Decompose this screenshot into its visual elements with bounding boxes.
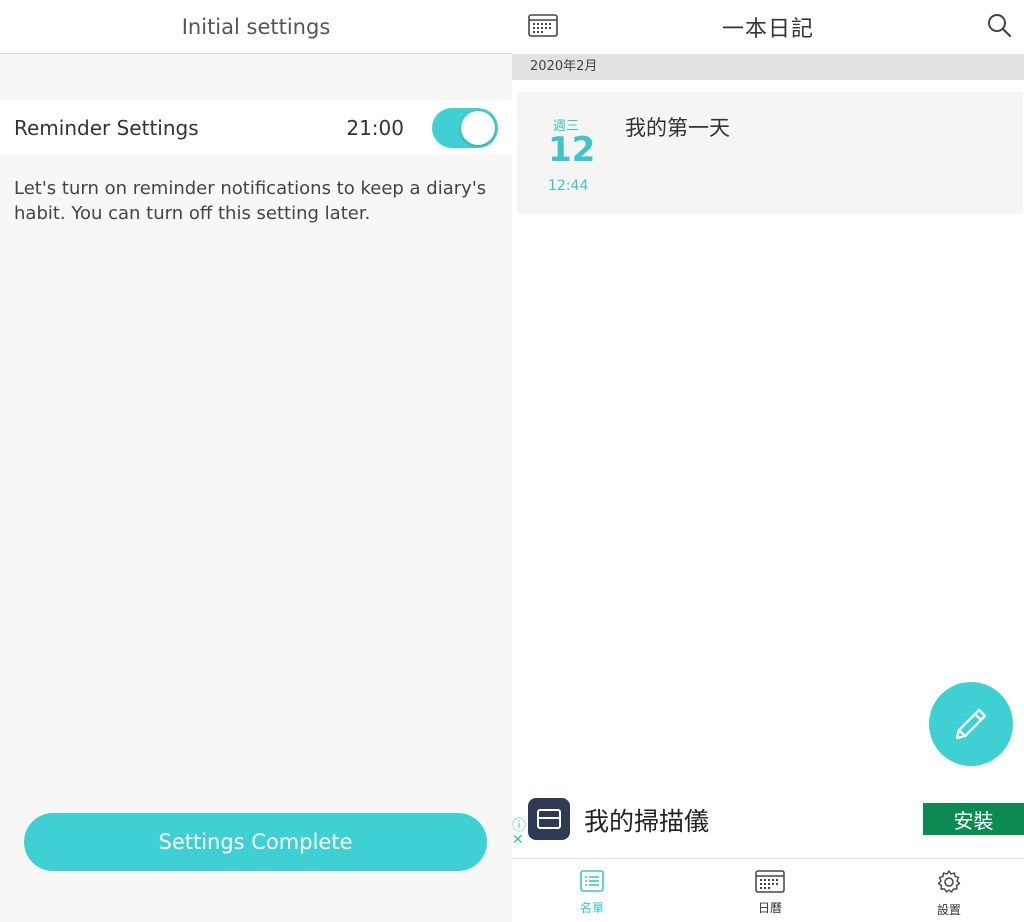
install-button[interactable]: 安裝 xyxy=(923,803,1024,835)
entry-title: 我的第一天 xyxy=(625,116,730,140)
list-icon xyxy=(580,870,604,892)
diary-header: 一本日記 xyxy=(512,0,1024,54)
tab-settings-label: 設置 xyxy=(936,903,961,917)
pencil-icon xyxy=(955,708,987,740)
ad-info-close-icon[interactable]: ⓘ ✕ xyxy=(512,819,526,847)
calendar-icon xyxy=(755,870,785,893)
settings-header: Initial settings xyxy=(0,0,512,54)
month-section-header: 2020年2月 xyxy=(512,54,1024,80)
diary-panel: 一本日記 2020年2月 週三 12 12:44 我的第一天 ⓘ ✕ 我的掃描儀… xyxy=(512,0,1024,922)
entry-time: 12:44 xyxy=(548,178,589,194)
tab-list[interactable]: 名單 xyxy=(552,869,632,916)
reminder-description: Let's turn on reminder notifications to … xyxy=(14,178,487,224)
calendar-icon[interactable] xyxy=(528,13,558,37)
ad-title: 我的掃描儀 xyxy=(584,807,710,836)
tab-calendar[interactable]: 日曆 xyxy=(730,869,810,916)
diary-title: 一本日記 xyxy=(721,17,814,42)
bottom-tab-bar: 名單 日曆 設置 xyxy=(512,858,1024,922)
reminder-toggle[interactable] xyxy=(432,107,498,148)
reminder-label: Reminder Settings xyxy=(14,115,199,140)
toggle-knob xyxy=(461,110,495,145)
reminder-time[interactable]: 21:00 xyxy=(346,116,404,140)
entry-day: 12 xyxy=(548,130,596,170)
settings-complete-button[interactable]: Settings Complete xyxy=(24,813,487,871)
initial-settings-panel: Initial settings Reminder Settings 21:00… xyxy=(0,0,512,922)
search-icon[interactable] xyxy=(986,12,1012,38)
gear-icon xyxy=(937,870,961,893)
scanner-glyph-icon xyxy=(537,809,561,829)
diary-entry[interactable]: 週三 12 12:44 我的第一天 xyxy=(517,92,1023,214)
scanner-app-icon xyxy=(528,798,570,840)
ad-banner[interactable]: ⓘ ✕ 我的掃描儀 安裝 xyxy=(512,786,1024,856)
reminder-settings-row[interactable]: Reminder Settings 21:00 xyxy=(0,100,512,155)
new-entry-button[interactable] xyxy=(929,682,1013,766)
tab-settings[interactable]: 設置 xyxy=(909,869,989,918)
settings-title: Initial settings xyxy=(181,14,331,39)
tab-list-label: 名單 xyxy=(579,901,604,915)
tab-calendar-label: 日曆 xyxy=(757,901,782,915)
